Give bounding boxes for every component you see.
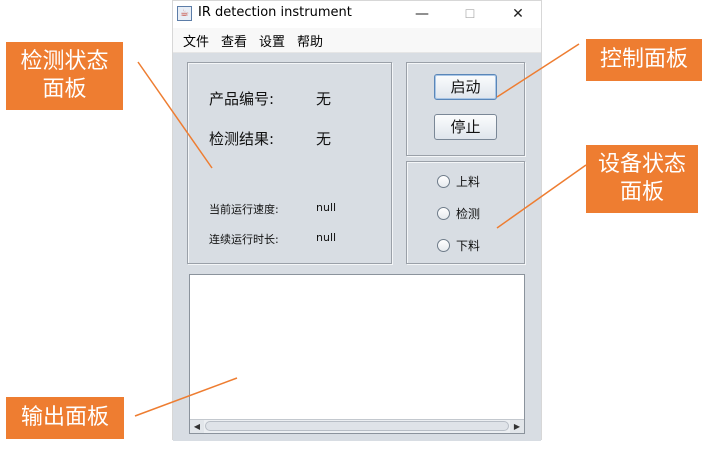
control-panel: 启动 停止 — [406, 62, 525, 156]
status-panel: 产品编号: 无 检测结果: 无 当前运行速度: null 连续运行时长: nul… — [187, 62, 392, 264]
duration-label: 连续运行时长: — [209, 233, 279, 246]
menu-file[interactable]: 文件 — [183, 31, 209, 50]
menu-bar: 文件 查看 设置 帮助 — [173, 28, 541, 53]
product-number-label: 产品编号: — [209, 90, 275, 108]
scroll-left-icon[interactable]: ◀ — [190, 420, 204, 433]
speed-value: null — [316, 201, 337, 214]
detection-result-label: 检测结果: — [209, 130, 275, 148]
detection-result-value: 无 — [316, 130, 332, 148]
radio-circle[interactable] — [437, 239, 450, 252]
duration-value: null — [316, 231, 337, 244]
radio-circle[interactable] — [437, 175, 450, 188]
title-bar[interactable]: ☕ IR detection instrument — ☐ ✕ — [173, 1, 541, 28]
stop-button[interactable]: 停止 — [434, 114, 497, 140]
close-button[interactable]: ✕ — [499, 3, 537, 25]
menu-view[interactable]: 查看 — [221, 31, 247, 50]
window-title: IR detection instrument — [198, 5, 352, 20]
horizontal-scrollbar[interactable]: ◀ ▶ — [190, 419, 524, 433]
maximize-button[interactable]: ☐ — [451, 3, 489, 25]
content-area: 产品编号: 无 检测结果: 无 当前运行速度: null 连续运行时长: nul… — [173, 53, 541, 441]
output-text — [190, 275, 524, 281]
device-status-panel: 上料 检测 下料 — [406, 161, 525, 264]
device-panel-callout: 设备状态 面板 — [586, 145, 698, 213]
control-panel-callout: 控制面板 — [586, 39, 702, 81]
status-panel-callout: 检测状态 面板 — [6, 42, 123, 110]
menu-help[interactable]: 帮助 — [297, 31, 323, 50]
java-cup-icon: ☕ — [177, 6, 192, 21]
menu-settings[interactable]: 设置 — [259, 31, 285, 50]
product-number-value: 无 — [316, 90, 332, 108]
scroll-right-icon[interactable]: ▶ — [510, 420, 524, 433]
minimize-button[interactable]: — — [403, 3, 441, 25]
output-panel-callout: 输出面板 — [6, 397, 124, 439]
output-textarea[interactable]: ◀ ▶ — [189, 274, 525, 434]
radio-circle[interactable] — [437, 207, 450, 220]
speed-label: 当前运行速度: — [209, 203, 279, 216]
scroll-thumb[interactable] — [205, 421, 509, 431]
app-window: ☕ IR detection instrument — ☐ ✕ 文件 查看 设置… — [172, 0, 542, 441]
start-button[interactable]: 启动 — [434, 74, 497, 100]
